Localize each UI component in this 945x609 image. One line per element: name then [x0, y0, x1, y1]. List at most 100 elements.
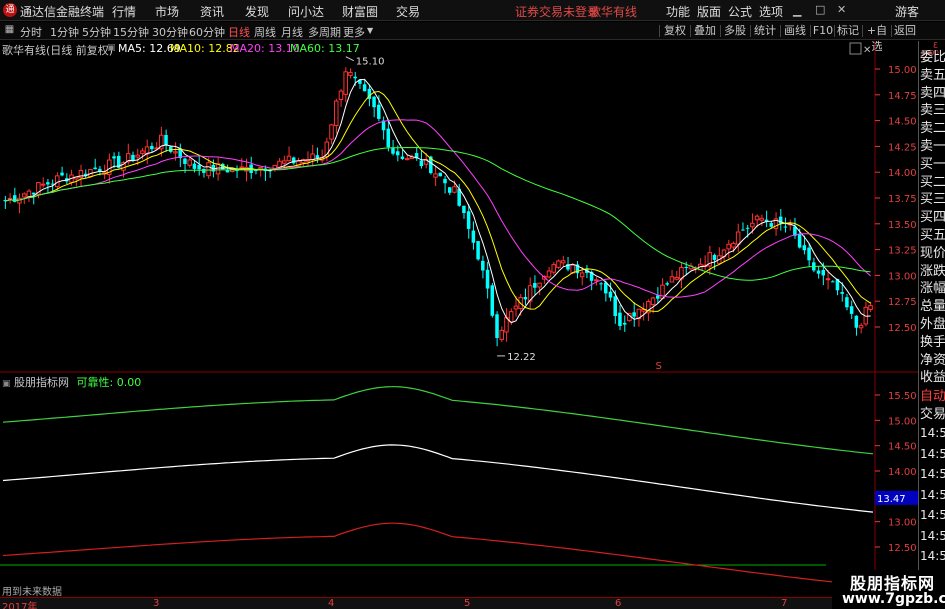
candle-body — [206, 162, 211, 177]
ma-lines-group — [5, 78, 871, 324]
candle-body — [386, 128, 391, 148]
price-grid: 15.00 14.75 14.50 14.25 14.00 13.75 13.50 13.25… — [875, 65, 918, 554]
quote-label: 外盘 — [920, 317, 945, 332]
candle-body — [466, 211, 471, 229]
candle-body — [362, 84, 367, 92]
quote-label: 收益 — [920, 370, 945, 386]
candle-body — [7, 197, 13, 200]
candle-body — [560, 260, 566, 264]
candle-body — [17, 197, 22, 204]
candle-body — [395, 151, 400, 156]
candle-body — [310, 153, 315, 161]
candle-body — [523, 296, 528, 300]
candle-body — [656, 295, 660, 299]
kline-chart[interactable]: 15.00 14.75 14.50 14.25 14.00 13.75 13.50 13.25… — [0, 0, 918, 597]
candle-body — [353, 76, 357, 79]
candle-body — [329, 124, 334, 140]
candle-body — [135, 154, 140, 158]
candle-body — [556, 260, 561, 268]
sub-tick-label: 15.50 — [888, 391, 917, 402]
sub-tick-label: 14.50 — [888, 442, 917, 453]
candle-body — [759, 217, 765, 221]
candle-body — [476, 241, 480, 260]
candle-body — [797, 234, 802, 248]
candle-body — [735, 231, 741, 245]
sub-toggle-icon[interactable]: ▣ — [2, 379, 11, 389]
candle-body — [173, 151, 178, 154]
candle-body — [21, 193, 27, 198]
sell-signal-marker: S — [656, 361, 662, 372]
sub-tick-label: 13.00 — [888, 518, 917, 529]
auto-label[interactable]: 自动 — [920, 385, 945, 404]
candle-body — [164, 135, 168, 146]
candle-body — [286, 155, 292, 162]
price-tick-label: 12.50 — [888, 323, 917, 334]
candle-body — [845, 297, 849, 308]
candle-body — [622, 322, 627, 325]
candle-body — [55, 175, 60, 188]
candle-body — [613, 296, 617, 317]
candle-body — [618, 312, 622, 326]
quote-label: 买五 — [920, 228, 945, 243]
candle-body — [404, 158, 410, 161]
reliability-label: 可靠性: 0.00 — [76, 376, 142, 389]
candle-body — [377, 104, 381, 119]
candle-body — [471, 230, 476, 243]
candle-body — [508, 311, 514, 323]
candle-body — [868, 305, 873, 310]
low-price-label: 12.22 — [507, 352, 536, 363]
candle-body — [783, 226, 788, 228]
quote-label: 净资 — [920, 352, 945, 368]
candle-body — [499, 329, 504, 340]
time-label-jun: 6 — [615, 598, 622, 609]
candle-body — [745, 227, 750, 229]
panel-expand-icon[interactable] — [849, 42, 862, 55]
candle-body — [513, 305, 519, 310]
candle-body — [131, 154, 135, 161]
candle-body — [546, 270, 552, 278]
price-tick-label: 14.25 — [888, 142, 917, 153]
quote-label: 买三 — [920, 192, 945, 208]
trade-label[interactable]: 交易 — [920, 403, 945, 422]
candle-body — [731, 242, 736, 248]
candle-body — [674, 276, 679, 280]
candle-body — [603, 282, 608, 294]
sub-lines-group — [2, 386, 874, 587]
candle-body — [333, 100, 339, 127]
candle-body — [840, 292, 844, 294]
candle-body — [338, 90, 344, 100]
candle-body — [579, 272, 585, 278]
candle-body — [669, 276, 675, 283]
high-price-label: 15.10 — [356, 57, 385, 68]
candle-body — [197, 164, 201, 170]
candle-body — [391, 148, 395, 154]
candle-body — [594, 279, 599, 282]
trading-terminal: 通 通达信金融终端 行情 市场 资讯 发现 问小达 财富圈 交易 证券交易未登录… — [0, 0, 945, 609]
candle-body — [46, 182, 50, 185]
candle-body — [821, 270, 826, 276]
time-label-jul: 7 — [781, 598, 788, 609]
candle-body — [632, 312, 636, 317]
price-tick-label: 13.25 — [888, 246, 917, 257]
candle-body — [769, 223, 774, 227]
quote-label: 涨幅 — [920, 281, 945, 297]
price-tick-label: 14.00 — [888, 168, 917, 179]
candle-body — [452, 186, 457, 193]
candle-body — [372, 96, 376, 108]
candle-body — [485, 269, 490, 289]
candle-body — [816, 270, 821, 274]
panel-close-icon[interactable]: ✕ — [863, 45, 871, 56]
candle-body — [750, 222, 755, 228]
candle-body — [150, 145, 154, 150]
candle-body — [481, 260, 485, 271]
candle-body — [537, 282, 542, 288]
candle-body — [443, 178, 447, 184]
price-tick-label: 14.50 — [888, 117, 917, 128]
quote-label: 买四 — [920, 210, 945, 226]
candle-body — [599, 283, 603, 285]
price-tick-label: 12.75 — [888, 297, 917, 308]
ma-line-5 — [5, 78, 871, 324]
quote-label: 买二 — [920, 174, 945, 190]
time-label-may: 5 — [464, 598, 471, 609]
sub-tick-label: 15.00 — [888, 416, 917, 427]
